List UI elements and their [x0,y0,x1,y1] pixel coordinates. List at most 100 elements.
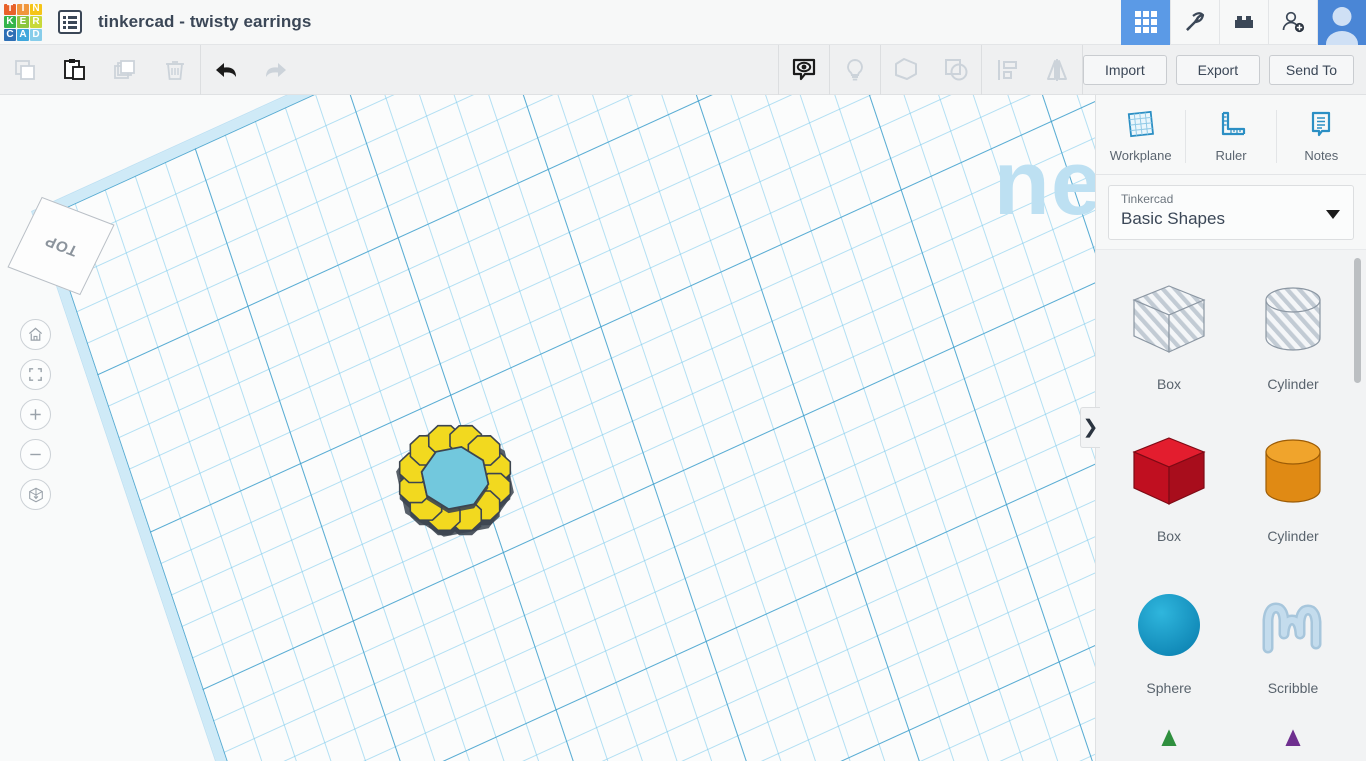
box-red-icon [1126,430,1212,516]
light-tools [830,45,880,95]
library-select-wrapper: Tinkercad Basic Shapes [1096,175,1366,249]
add-person-icon[interactable] [1268,0,1317,45]
chevron-down-icon [1326,210,1340,219]
light-bulb-button[interactable] [830,45,880,95]
logo-tile-a: A [17,29,29,41]
logo-tile-d: D [30,29,42,41]
shape-label: Cylinder [1267,376,1318,392]
ungroup-button[interactable] [931,45,981,95]
grid-coarse-lines [45,95,1095,761]
box-hole-icon [1126,278,1212,364]
fit-to-view-button[interactable] [20,359,51,390]
logo-tile-k: K [4,16,16,28]
mirror-button[interactable] [1032,45,1082,95]
apps-grid-icon[interactable] [1121,0,1170,45]
zoom-in-button[interactable] [20,399,51,430]
logo-tile-r: R [30,16,42,28]
workplane-tool[interactable]: Workplane [1096,110,1186,163]
shape-item-box-hole[interactable]: Box [1110,260,1228,412]
copy-button[interactable] [0,45,50,95]
right-panel: Workplane Ruler Notes [1095,95,1366,761]
collapse-panel-button[interactable]: ❯ [1080,407,1100,448]
scribble-icon [1250,582,1336,668]
ortho-perspective-button[interactable] [20,479,51,510]
shape-label: Box [1157,376,1181,392]
align-button[interactable] [982,45,1032,95]
library-value: Basic Shapes [1121,207,1341,231]
home-view-button[interactable] [20,319,51,350]
view-cube-label: TOP [42,232,81,259]
logo-tile-e: E [17,16,29,28]
shape-thumbnail [1126,266,1212,376]
undo-button[interactable] [201,45,251,95]
codeblocks-pickaxe-icon[interactable] [1170,0,1219,45]
workplane-tool-label: Workplane [1110,148,1172,163]
shape-thumbnail [1250,418,1336,528]
shape-item-sphere-blue[interactable]: Sphere [1110,564,1228,716]
duplicate-button[interactable] [100,45,150,95]
zoom-out-button[interactable] [20,439,51,470]
shape-item-scribble[interactable]: Scribble [1234,564,1352,716]
ruler-tool[interactable]: Ruler [1186,110,1276,163]
shape-label: Box [1157,528,1181,544]
cylinder-orange-icon [1250,430,1336,516]
file-actions: Import Export Send To [1083,55,1366,85]
roof-green-icon [1147,722,1191,746]
library-category: Tinkercad [1121,192,1341,207]
shape-item-pyramid-purple[interactable] [1234,716,1352,746]
show-hide-button[interactable] [779,45,829,95]
twisty-earring-model[interactable] [390,413,520,543]
notes-tool-label: Notes [1304,148,1338,163]
blocks-brick-icon[interactable] [1219,0,1268,45]
3d-viewport[interactable]: ne TOP [0,95,1095,761]
sphere-blue-icon [1126,582,1212,668]
group-button[interactable] [881,45,931,95]
list-icon[interactable] [58,10,82,34]
logo-tile-t: T [4,4,16,16]
shape-thumbnail [1126,570,1212,680]
shape-thumbnail [1250,266,1336,376]
user-avatar[interactable] [1317,0,1366,45]
workplane-watermark: ne [994,131,1095,236]
shape-item-cylinder-hole[interactable]: Cylinder [1234,260,1352,412]
import-button[interactable]: Import [1083,55,1167,85]
history-tools [201,45,301,95]
logo-tile-c: C [4,29,16,41]
clipboard-tools [0,45,200,95]
arrange-tools [982,45,1082,95]
cylinder-hole-icon [1250,278,1336,364]
panel-tools: Workplane Ruler Notes [1096,95,1366,175]
notes-icon [1304,110,1338,142]
shapes-scrollbar[interactable] [1354,258,1361,383]
shape-thumbnail [1250,570,1336,680]
workplane-grid: ne [0,95,1095,761]
tinkercad-logo[interactable]: TIN KER CAD [0,0,45,45]
paste-button[interactable] [50,45,100,95]
export-button[interactable]: Export [1176,55,1260,85]
app-header: TINKERCAD tinkercad - twisty earrings [0,0,1366,45]
main-toolbar: Import Export Send To [0,45,1366,95]
shape-label: Scribble [1268,680,1319,696]
shape-item-box-red[interactable]: Box [1110,412,1228,564]
shape-label: Sphere [1146,680,1191,696]
notes-tool[interactable]: Notes [1277,110,1366,163]
redo-button[interactable] [251,45,301,95]
shape-item-cylinder-orange[interactable]: Cylinder [1234,412,1352,564]
shape-item-roof-green[interactable] [1110,716,1228,746]
logo-tile-i: I [17,4,29,16]
shapes-list[interactable]: Box Cylinder Box Cylinder Sphere Scribble [1096,249,1366,761]
send-to-button[interactable]: Send To [1269,55,1354,85]
shapes-grid: Box Cylinder Box Cylinder Sphere Scribble [1096,250,1366,746]
logo-tile-n: N [30,4,42,16]
ruler-icon [1214,110,1248,142]
view-navigation-controls [20,319,51,510]
workplane [32,95,1095,761]
tinkercad-app: TINKERCAD tinkercad - twisty earrings [0,0,1366,761]
workplane-icon [1124,110,1158,142]
group-tools [881,45,981,95]
shape-library-select[interactable]: Tinkercad Basic Shapes [1108,185,1354,240]
shape-label: Cylinder [1267,528,1318,544]
shape-thumbnail [1126,418,1212,528]
delete-button[interactable] [150,45,200,95]
header-actions [1121,0,1366,45]
